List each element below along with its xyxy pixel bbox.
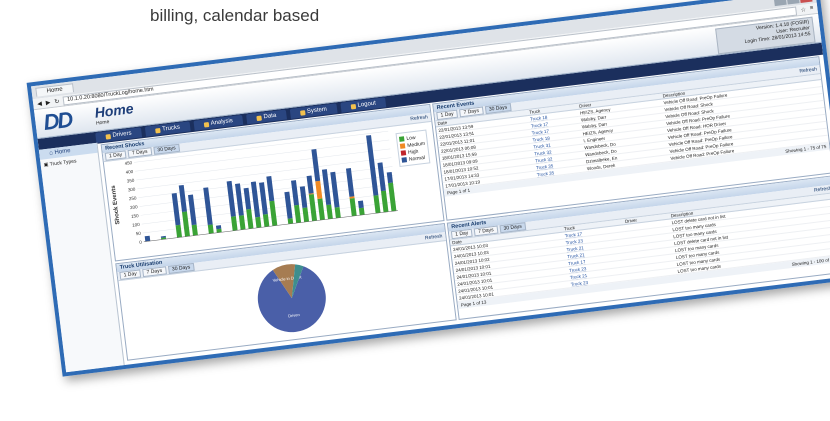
reload-icon[interactable]: ↻ <box>54 98 60 106</box>
legend-swatch <box>401 157 408 163</box>
y-tick-label: 150 <box>131 213 140 219</box>
pager-label: Page 1 of 1 <box>446 187 471 196</box>
forward-icon[interactable]: ▶ <box>45 99 50 107</box>
bar-segment-low <box>262 214 270 227</box>
nav-label: Logout <box>357 100 377 109</box>
page-title: Home <box>93 100 135 121</box>
legend-label: Normal <box>408 154 426 163</box>
bar-segment-normal <box>284 191 293 219</box>
legend-swatch <box>399 136 405 142</box>
data-icon <box>256 115 262 121</box>
utilisation-pie-chart: DrivenVehicle in Depot <box>257 264 326 333</box>
bar-segment-normal <box>330 171 340 208</box>
bar-segment-low <box>349 197 357 217</box>
bar-segment-normal <box>215 225 222 230</box>
bar-segment-low <box>207 224 214 234</box>
range-1day-button[interactable]: 1 Day <box>119 269 142 280</box>
back-icon[interactable]: ◀ <box>37 100 42 108</box>
close-icon[interactable] <box>799 0 813 3</box>
truck-icon <box>155 127 161 134</box>
bar-segment-low <box>246 208 254 229</box>
bar-segment-normal <box>243 187 252 210</box>
bar-segment-low <box>287 218 294 225</box>
y-tick-label: 0 <box>139 239 143 244</box>
range-30days-button[interactable]: 30 Days <box>167 262 195 275</box>
bar-segment-normal <box>234 183 244 216</box>
bar-segment-low <box>302 207 310 223</box>
nav-label: Drivers <box>112 130 132 139</box>
bar-segment-low <box>326 204 333 220</box>
nav-label: System <box>306 106 328 115</box>
refresh-button[interactable]: Refresh <box>814 186 830 194</box>
legend-swatch <box>400 150 407 156</box>
bar-segment-normal <box>250 181 261 218</box>
drivers-icon <box>105 133 112 140</box>
bar-segment-low <box>238 215 246 230</box>
browser-window: Home ◀ ▶ ↻ 10.1.0.20:8080/TruckLog/home.… <box>26 0 830 377</box>
bar-segment-normal <box>306 175 314 194</box>
refresh-button[interactable]: Refresh <box>425 233 443 241</box>
bar-segment-normal <box>188 194 197 226</box>
maximize-icon[interactable] <box>786 0 800 5</box>
sidebar-label: Home <box>54 148 71 156</box>
bar-segment-normal <box>386 171 393 184</box>
bar-segment-low <box>358 207 365 216</box>
pager-label: Page 1 of 13 <box>460 299 487 308</box>
refresh-button[interactable]: Refresh <box>410 114 428 122</box>
bar-segment-low <box>294 204 302 224</box>
bar-segment-low <box>269 200 278 226</box>
bar-segment-low <box>373 195 381 214</box>
y-tick-label: 100 <box>132 222 141 228</box>
bar-segment-low <box>230 216 238 231</box>
bar-segment-medium <box>315 180 323 199</box>
minimize-icon[interactable] <box>773 0 787 6</box>
y-tick-label: 50 <box>135 231 141 237</box>
y-axis-label: Shock Events <box>111 184 122 224</box>
bar-segment-normal <box>226 180 236 217</box>
y-tick-label: 300 <box>128 187 137 193</box>
bar-segment-normal <box>266 175 275 202</box>
bar-segment-low <box>388 182 397 212</box>
bar-segment-normal <box>203 187 213 225</box>
bar-segment-low <box>175 224 183 238</box>
screenshot-frame: Home ◀ ▶ ↻ 10.1.0.20:8080/TruckLog/home.… <box>6 0 830 416</box>
bar-segment-normal <box>358 200 364 209</box>
nav-label: Data <box>263 112 277 121</box>
bar-segment-normal <box>291 180 299 206</box>
bar-segment-low <box>308 194 318 222</box>
chart-icon <box>203 121 210 128</box>
bar-segment-normal <box>345 167 355 197</box>
menu-icon[interactable]: ≡ <box>810 5 814 11</box>
nav-label: Trucks <box>161 124 181 133</box>
bar-segment-normal <box>377 162 386 192</box>
star-icon[interactable]: ☆ <box>800 6 806 14</box>
legend-label: Low <box>406 134 416 142</box>
range-7days-button[interactable]: 7 Days <box>142 266 167 278</box>
wrench-icon <box>299 109 306 116</box>
bar-segment-normal <box>321 169 332 206</box>
chart-legend: Low Medium High Normal <box>395 129 431 168</box>
caption-text: billing, calendar based <box>150 6 320 25</box>
logout-icon <box>350 103 356 110</box>
refresh-button[interactable]: Refresh <box>799 66 817 74</box>
tree-item-truck-types[interactable]: Truck Types <box>49 158 76 167</box>
bar-segment-normal <box>144 235 151 242</box>
y-tick-label: 350 <box>127 178 136 184</box>
gridline <box>137 157 392 190</box>
gridline <box>136 148 391 181</box>
bar-segment-low <box>182 211 190 237</box>
breadcrumb: Home <box>95 119 110 127</box>
bar-segment-normal <box>366 135 379 196</box>
legend-swatch <box>400 143 406 149</box>
y-tick-label: 400 <box>125 169 134 175</box>
y-tick-label: 200 <box>130 204 139 210</box>
y-tick-label: 450 <box>124 160 133 166</box>
y-tick-label: 250 <box>129 195 138 201</box>
app-logo: DD <box>42 106 73 136</box>
bar-segment-normal <box>178 184 187 213</box>
